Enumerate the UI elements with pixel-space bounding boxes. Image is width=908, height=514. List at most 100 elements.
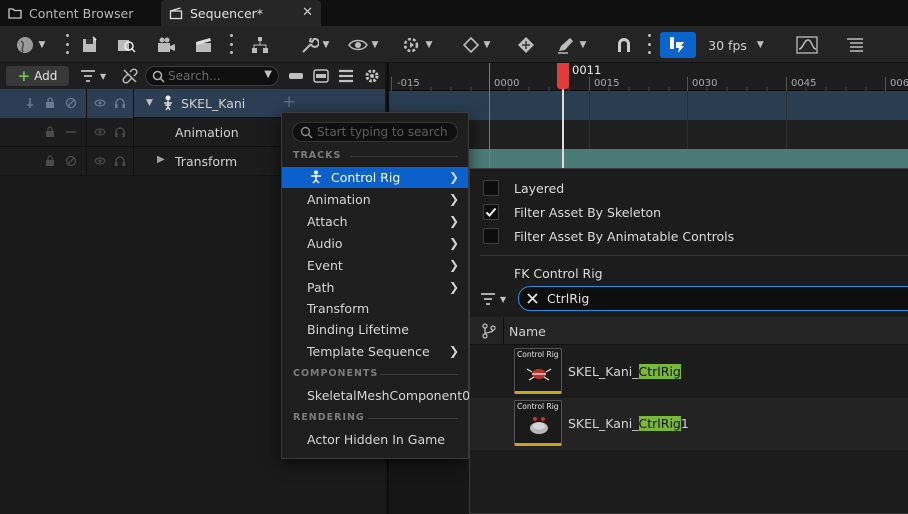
- lock-icon[interactable]: [44, 97, 56, 109]
- curve-editor-button[interactable]: [795, 32, 819, 58]
- clapperboard-icon: [194, 36, 214, 54]
- browse-button[interactable]: [114, 32, 138, 58]
- edit-mode-button[interactable]: ▼: [551, 32, 591, 58]
- track-list-button[interactable]: [843, 32, 867, 58]
- time-ruler[interactable]: -015 0000 0015 0030 0045 006: [389, 63, 908, 91]
- track-controls: [0, 147, 134, 176]
- menu-item-path[interactable]: Path ❯: [282, 277, 468, 298]
- menu-item-control-rig[interactable]: Control Rig ❯: [282, 167, 468, 188]
- add-track-button[interactable]: + Add: [6, 66, 69, 86]
- asset-row[interactable]: Control Rig SKEL_Kani_CtrlRig1: [470, 398, 908, 450]
- list-icon: [845, 36, 865, 54]
- submenu-arrow-icon: ❯: [448, 192, 459, 206]
- gear-icon: [364, 68, 380, 84]
- crab-rig-icon: [526, 368, 552, 381]
- menu-search-input[interactable]: Start typing to search: [292, 122, 458, 142]
- pencil-icon: [556, 36, 576, 54]
- filter-by-skeleton-checkbox[interactable]: [483, 204, 499, 220]
- headphones-icon[interactable]: [114, 126, 126, 138]
- tools-button[interactable]: ▼: [290, 32, 338, 58]
- key-interpolation-button[interactable]: ▼: [456, 32, 496, 58]
- current-frame-label: 0011: [572, 63, 602, 77]
- lock-icon[interactable]: [44, 155, 56, 167]
- menu-item-label: SkeletalMeshComponent0: [307, 388, 471, 403]
- frame-rate-dropdown[interactable]: 30 fps ▼: [704, 32, 768, 58]
- track-controls: [0, 118, 134, 147]
- world-settings-button[interactable]: ▼: [10, 32, 50, 58]
- close-icon[interactable]: ✕: [302, 5, 313, 20]
- filter-by-controls-checkbox[interactable]: [483, 228, 499, 244]
- control-rig-submenu: Layered Filter Asset By Skeleton Filter …: [469, 168, 908, 514]
- menu-item-skeletal-mesh-component[interactable]: SkeletalMeshComponent0: [282, 385, 471, 406]
- headphones-icon[interactable]: [114, 97, 126, 109]
- view-options-button[interactable]: ▼: [343, 32, 383, 58]
- tab-label: Sequencer*: [190, 5, 264, 21]
- asset-name: SKEL_Kani_CtrlRig1: [568, 416, 689, 431]
- mute-icon[interactable]: [65, 97, 77, 109]
- sync-selection-button[interactable]: [122, 68, 138, 84]
- expand-tracks-button[interactable]: [313, 69, 329, 83]
- expand-chevron-icon[interactable]: ▶: [157, 154, 165, 165]
- name-column-header[interactable]: Name: [509, 324, 546, 339]
- section-divider: [350, 156, 458, 157]
- grid-line: [687, 91, 688, 149]
- menu-item-attach[interactable]: Attach ❯: [282, 211, 468, 232]
- collapse-tracks-button[interactable]: [289, 69, 303, 83]
- tab-sequencer[interactable]: Sequencer* ✕: [161, 0, 321, 26]
- layered-checkbox[interactable]: [483, 180, 499, 196]
- menu-item-label: Actor Hidden In Game: [307, 432, 445, 447]
- ruler-minor-ticks: [410, 87, 867, 91]
- mute-icon[interactable]: [65, 155, 77, 167]
- menu-item-template-sequence[interactable]: Template Sequence ❯: [282, 341, 468, 362]
- menu-item-actor-hidden-in-game[interactable]: Actor Hidden In Game: [282, 429, 468, 450]
- expand-chevron-icon[interactable]: ▼: [146, 98, 153, 108]
- track-layout-button[interactable]: [338, 68, 354, 84]
- render-movie-button[interactable]: [192, 32, 216, 58]
- playhead-handle[interactable]: [557, 63, 569, 89]
- search-match-highlight: CtrlRig: [638, 364, 681, 379]
- create-camera-button[interactable]: [154, 32, 178, 58]
- chevron-down-icon[interactable]: ▼: [264, 69, 272, 80]
- clear-icon[interactable]: [526, 292, 539, 305]
- fk-control-rig-item[interactable]: FK Control Rig: [514, 266, 603, 281]
- asset-search-input[interactable]: CtrlRig: [518, 286, 908, 311]
- eye-icon[interactable]: [94, 155, 106, 167]
- source-control-icon[interactable]: [482, 323, 496, 339]
- lock-icon[interactable]: [44, 126, 56, 138]
- expand-icon: [313, 69, 329, 83]
- asset-filter-button[interactable]: ▼: [480, 291, 514, 307]
- menu-item-audio[interactable]: Audio ❯: [282, 233, 468, 254]
- outliner-search-input[interactable]: Search... ▼: [145, 66, 279, 86]
- settings-button[interactable]: [364, 68, 380, 84]
- actions-button[interactable]: [248, 32, 272, 58]
- snapping-toggle[interactable]: [613, 32, 635, 58]
- divider: [480, 255, 908, 256]
- section-header-components: COMPONENTS: [293, 368, 379, 379]
- snap-to-frame-button[interactable]: [660, 32, 696, 58]
- search-placeholder: Search...: [168, 69, 221, 83]
- playback-options-button[interactable]: ▼: [397, 32, 437, 58]
- auto-key-button[interactable]: [514, 32, 538, 58]
- filter-button[interactable]: ▼: [80, 68, 112, 84]
- menu-item-transform[interactable]: Transform: [282, 298, 468, 319]
- hierarchy-icon: [250, 36, 270, 54]
- option-label: Layered: [514, 180, 565, 196]
- playback-start-marker[interactable]: [489, 63, 490, 173]
- add-subtrack-plus-icon[interactable]: +: [282, 92, 296, 112]
- save-button[interactable]: [78, 32, 102, 58]
- asset-row[interactable]: Control Rig SKEL_Kani_CtrlRig: [470, 346, 908, 398]
- filter-by-controls-option[interactable]: Filter Asset By Animatable Controls: [483, 226, 734, 246]
- menu-item-label: Template Sequence: [307, 344, 430, 359]
- headphones-icon[interactable]: [114, 155, 126, 167]
- filter-by-skeleton-option[interactable]: Filter Asset By Skeleton: [483, 202, 661, 222]
- tab-content-browser[interactable]: Content Browser: [0, 0, 160, 26]
- dash-icon: [65, 126, 77, 138]
- menu-item-binding-lifetime[interactable]: Binding Lifetime: [282, 319, 468, 340]
- layered-option[interactable]: Layered: [483, 178, 564, 198]
- pin-icon[interactable]: [24, 97, 36, 109]
- menu-item-animation[interactable]: Animation ❯: [282, 189, 468, 210]
- eye-icon[interactable]: [94, 126, 106, 138]
- eye-icon[interactable]: [94, 97, 106, 109]
- submenu-arrow-icon: ❯: [448, 344, 459, 358]
- menu-item-event[interactable]: Event ❯: [282, 255, 468, 276]
